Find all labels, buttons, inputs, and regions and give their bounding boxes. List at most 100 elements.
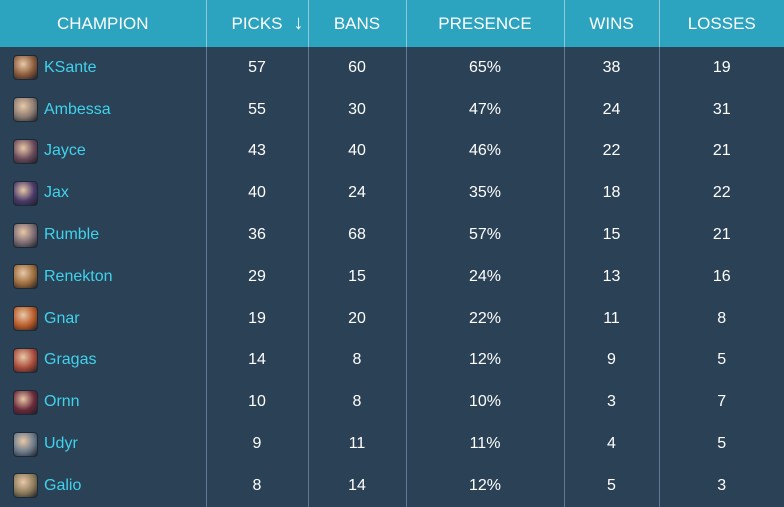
wins-cell: 38	[564, 47, 660, 89]
bans-cell: 68	[308, 214, 407, 256]
champion-cell: Ambessa	[0, 88, 207, 131]
champion-portrait-icon	[13, 347, 38, 373]
champion-wrap: Udyr	[13, 431, 206, 457]
table-row: Gragas 14 8 12% 9 5	[0, 339, 784, 382]
picks-cell: 43	[206, 130, 309, 173]
picks-cell: 8	[206, 464, 309, 507]
champion-portrait-icon	[13, 264, 38, 290]
champion-name-link[interactable]: Galio	[44, 477, 81, 495]
presence-cell: 12%	[406, 339, 565, 382]
bans-cell: 8	[308, 339, 407, 382]
champion-portrait-icon	[13, 431, 38, 457]
champion-name-link[interactable]: Gragas	[44, 351, 96, 369]
column-header-presence[interactable]: PRESENCE	[406, 0, 565, 47]
bans-cell: 14	[308, 464, 407, 507]
champion-name-link[interactable]: Ambessa	[44, 101, 111, 119]
column-header-losses[interactable]: LOSSES	[659, 0, 784, 47]
champion-portrait-icon	[13, 180, 38, 206]
picks-cell: 29	[206, 255, 309, 298]
presence-cell: 47%	[406, 88, 565, 131]
column-header-champion[interactable]: CHAMPION	[0, 0, 207, 47]
table-row: Ornn 10 8 10% 3 7	[0, 381, 784, 424]
losses-cell: 8	[717, 309, 727, 327]
sort-descending-icon[interactable]: ↓	[294, 12, 304, 35]
bans-cell: 30	[308, 88, 407, 131]
champion-name-link[interactable]: Renekton	[44, 268, 113, 286]
champion-cell: Gnar	[0, 297, 207, 340]
champion-cell: Ornn	[0, 381, 207, 424]
column-header-label: PICKS	[231, 13, 283, 33]
losses-cell: 5	[717, 435, 727, 453]
column-header-wins[interactable]: WINS	[564, 0, 660, 47]
champion-portrait-icon	[13, 222, 38, 248]
champion-wrap: Gnar	[13, 306, 206, 332]
column-header-label: CHAMPION	[56, 13, 149, 33]
table-header: CHAMPION PICKS ↓ BANS PRESENCE WINS LOSSE…	[0, 0, 784, 47]
champion-cell: Jax	[0, 172, 207, 215]
column-header-picks[interactable]: PICKS ↓	[206, 0, 309, 47]
table-row: Galio 8 14 12% 5 3	[0, 464, 784, 507]
column-header-label: PRESENCE	[438, 13, 532, 33]
table-row: Gnar 19 20 22% 11 8	[0, 297, 784, 340]
champion-wrap: KSante	[13, 55, 206, 81]
losses-cell: 21	[712, 142, 731, 160]
champion-portrait-icon	[13, 55, 38, 81]
champion-cell: Gragas	[0, 339, 207, 382]
losses-cell: 19	[712, 58, 731, 76]
champion-wrap: Renekton	[13, 264, 206, 290]
champion-wrap: Ambessa	[13, 97, 206, 123]
wins-cell: 13	[564, 255, 660, 298]
picks-cell: 9	[206, 423, 309, 465]
champion-name-link[interactable]: Rumble	[44, 226, 99, 244]
champion-name-link[interactable]: Ornn	[44, 393, 80, 411]
table-body: KSante 57 60 65% 38 19 Ambessa 55 30 47%…	[0, 47, 784, 507]
table-row: Rumble 36 68 57% 15 21	[0, 214, 784, 256]
wins-cell: 22	[564, 130, 660, 173]
champion-cell: Jayce	[0, 130, 207, 173]
wins-cell: 11	[564, 297, 660, 340]
champion-name-link[interactable]: Jax	[44, 184, 69, 202]
table-row: Jayce 43 40 46% 22 21	[0, 130, 784, 173]
wins-cell: 9	[564, 339, 660, 382]
table-row: Jax 40 24 35% 18 22	[0, 172, 784, 215]
losses-cell: 5	[717, 351, 727, 369]
champion-cell: Renekton	[0, 255, 207, 298]
losses-cell: 16	[712, 267, 731, 285]
column-header-bans[interactable]: BANS	[308, 0, 407, 47]
column-header-label: WINS	[589, 13, 634, 33]
losses-cell: 31	[712, 100, 731, 118]
header-row: CHAMPION PICKS ↓ BANS PRESENCE WINS LOSSE…	[0, 0, 784, 47]
champion-name-link[interactable]: Jayce	[44, 142, 86, 160]
champion-portrait-icon	[13, 473, 38, 499]
champion-name-link[interactable]: Udyr	[44, 435, 78, 453]
champion-portrait-icon	[13, 97, 38, 123]
presence-cell: 24%	[406, 255, 565, 298]
wins-cell: 24	[564, 88, 660, 131]
champion-name-link[interactable]: Gnar	[44, 310, 80, 328]
picks-cell: 19	[206, 297, 309, 340]
picks-cell: 40	[206, 172, 309, 215]
champion-portrait-icon	[13, 389, 38, 415]
champion-portrait-icon	[13, 306, 38, 332]
champion-cell: KSante	[0, 47, 207, 89]
champion-wrap: Jax	[13, 180, 206, 206]
wins-cell: 18	[564, 172, 660, 215]
champion-wrap: Jayce	[13, 138, 206, 164]
bans-cell: 24	[308, 172, 407, 215]
picks-cell: 55	[206, 88, 309, 131]
champion-portrait-icon	[13, 138, 38, 164]
wins-cell: 3	[564, 381, 660, 424]
champion-cell: Rumble	[0, 214, 207, 256]
presence-cell: 22%	[406, 297, 565, 340]
wins-cell: 15	[564, 214, 660, 256]
bans-cell: 60	[308, 47, 407, 89]
champion-name-link[interactable]: KSante	[44, 59, 96, 77]
losses-cell: 21	[712, 226, 731, 244]
champion-wrap: Ornn	[13, 389, 206, 415]
presence-cell: 57%	[406, 214, 565, 256]
picks-cell: 14	[206, 339, 309, 382]
champion-stats-table: CHAMPION PICKS ↓ BANS PRESENCE WINS LOSSE…	[0, 0, 784, 507]
wins-cell: 4	[564, 423, 660, 465]
bans-cell: 15	[308, 255, 407, 298]
presence-cell: 65%	[406, 47, 565, 89]
